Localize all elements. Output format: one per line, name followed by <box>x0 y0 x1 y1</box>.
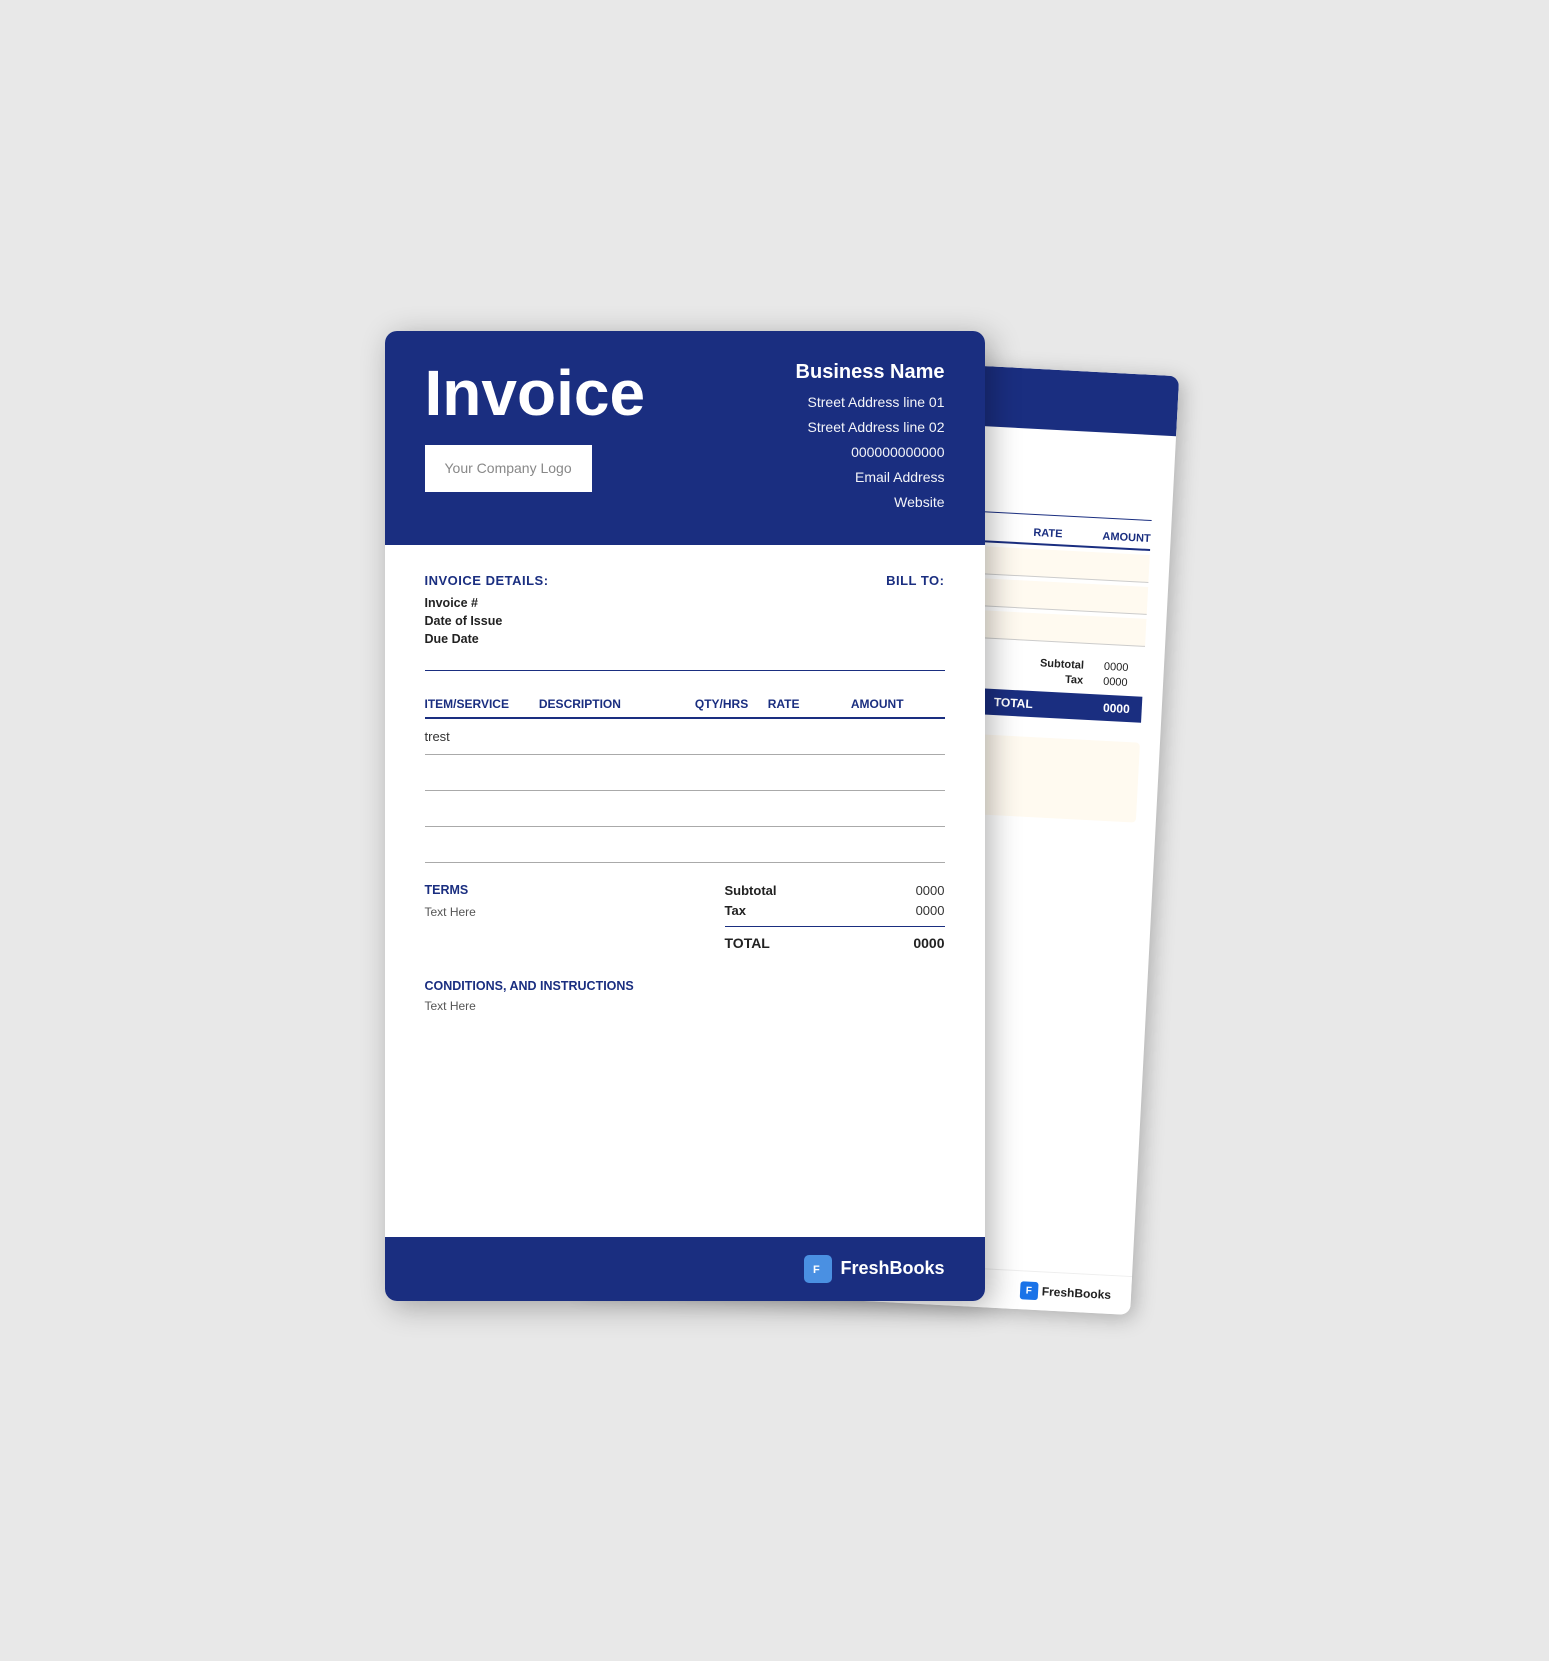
row3-qty <box>695 791 768 827</box>
row2-desc <box>539 755 695 791</box>
date-of-issue-field: Date of Issue <box>425 614 549 628</box>
total-value: 0000 <box>913 935 944 951</box>
address-line1: Street Address line 01 <box>796 390 945 415</box>
table-row <box>425 791 945 827</box>
conditions-label: CONDITIONS, AND INSTRUCTIONS <box>425 979 945 993</box>
col-header-desc: DESCRIPTION <box>539 691 695 718</box>
back-subtotal-val: 0000 <box>1103 660 1144 674</box>
address-line2: Street Address line 02 <box>796 415 945 440</box>
back-total-label: TOTAL <box>993 695 1033 711</box>
col-header-qty: QTY/HRS <box>695 691 768 718</box>
back-total-bar: TOTAL 0000 <box>981 688 1142 722</box>
business-info: Street Address line 01 Street Address li… <box>796 390 945 516</box>
invoice-details-right: BILL TO: <box>886 573 944 650</box>
invoice-title: Invoice <box>425 361 646 425</box>
col-header-item: ITEM/SERVICE <box>425 691 539 718</box>
total-row: TOTAL 0000 <box>725 935 945 951</box>
back-rate-header: RATE <box>1033 526 1063 540</box>
row2-qty <box>695 755 768 791</box>
fb-icon: F <box>804 1255 832 1283</box>
col-header-rate: RATE <box>768 691 851 718</box>
freshbooks-brand-name: FreshBooks <box>840 1258 944 1279</box>
invoice-details-label: INVOICE DETAILS: <box>425 573 549 588</box>
svg-text:F: F <box>813 1264 820 1276</box>
row4-rate <box>768 827 851 863</box>
row4-qty <box>695 827 768 863</box>
front-footer: F FreshBooks <box>385 1237 985 1301</box>
row3-amount <box>851 791 945 827</box>
terms-section: TERMS Text Here <box>425 883 476 919</box>
row4-desc <box>539 827 695 863</box>
totals-section: Subtotal 0000 Tax 0000 TOTAL 0000 <box>725 883 945 951</box>
row2-item <box>425 755 539 791</box>
invoice-front: Invoice Your Company Logo Business Name … <box>385 331 985 1301</box>
email: Email Address <box>796 465 945 490</box>
conditions-text: Text Here <box>425 999 945 1013</box>
row1-qty <box>695 718 768 755</box>
invoice-details-left: INVOICE DETAILS: Invoice # Date of Issue… <box>425 573 549 650</box>
back-subtotal-key: Subtotal <box>1023 656 1084 671</box>
row3-rate <box>768 791 851 827</box>
subtotal-key: Subtotal <box>725 883 777 898</box>
company-logo-text: Your Company Logo <box>445 460 572 476</box>
total-label: TOTAL <box>725 935 770 951</box>
row1-item: trest <box>425 718 539 755</box>
website: Website <box>796 490 945 515</box>
table-header-row: ITEM/SERVICE DESCRIPTION QTY/HRS RATE AM… <box>425 691 945 718</box>
row4-item <box>425 827 539 863</box>
back-fb-icon: F <box>1019 1281 1038 1300</box>
back-tax-key: Tax <box>1022 671 1083 686</box>
total-divider <box>725 926 945 927</box>
tax-value: 0000 <box>916 903 945 918</box>
row3-item <box>425 791 539 827</box>
invoice-number-field: Invoice # <box>425 596 549 610</box>
row2-rate <box>768 755 851 791</box>
header-left: Invoice Your Company Logo <box>425 361 646 492</box>
bottom-section: TERMS Text Here Subtotal 0000 Tax 0000 T… <box>425 883 945 951</box>
back-tax-val: 0000 <box>1102 675 1143 689</box>
back-total-value: 0000 <box>1102 700 1129 715</box>
invoice-details-section: INVOICE DETAILS: Invoice # Date of Issue… <box>425 573 945 650</box>
table-row <box>425 827 945 863</box>
row2-amount <box>851 755 945 791</box>
phone: 000000000000 <box>796 440 945 465</box>
back-amount-header: AMOUNT <box>1102 530 1151 545</box>
section-divider <box>425 670 945 671</box>
table-body: trest <box>425 718 945 863</box>
due-date-field: Due Date <box>425 632 549 646</box>
back-freshbooks-logo: F FreshBooks <box>1019 1281 1111 1304</box>
company-logo-box: Your Company Logo <box>425 445 592 492</box>
row1-rate <box>768 718 851 755</box>
terms-label: TERMS <box>425 883 476 897</box>
front-header: Invoice Your Company Logo Business Name … <box>385 331 985 546</box>
tax-row: Tax 0000 <box>725 903 945 918</box>
tax-key: Tax <box>725 903 746 918</box>
subtotal-value: 0000 <box>916 883 945 898</box>
header-right: Business Name Street Address line 01 Str… <box>796 361 945 516</box>
subtotal-row: Subtotal 0000 <box>725 883 945 898</box>
bill-to-label: BILL TO: <box>886 573 944 588</box>
row1-desc <box>539 718 695 755</box>
terms-text: Text Here <box>425 905 476 919</box>
table-row <box>425 755 945 791</box>
front-body: INVOICE DETAILS: Invoice # Date of Issue… <box>385 545 985 1041</box>
row4-amount <box>851 827 945 863</box>
back-brand-name: FreshBooks <box>1041 1284 1111 1302</box>
table-row: trest <box>425 718 945 755</box>
freshbooks-logo: F FreshBooks <box>804 1255 944 1283</box>
invoice-table: ITEM/SERVICE DESCRIPTION QTY/HRS RATE AM… <box>425 691 945 863</box>
row1-amount <box>851 718 945 755</box>
business-name: Business Name <box>796 361 945 384</box>
col-header-amount: AMOUNT <box>851 691 945 718</box>
conditions-section: CONDITIONS, AND INSTRUCTIONS Text Here <box>425 979 945 1013</box>
row3-desc <box>539 791 695 827</box>
invoice-scene: INVOICE DETAILS: Invoice # 0000 Date of … <box>385 331 1165 1331</box>
